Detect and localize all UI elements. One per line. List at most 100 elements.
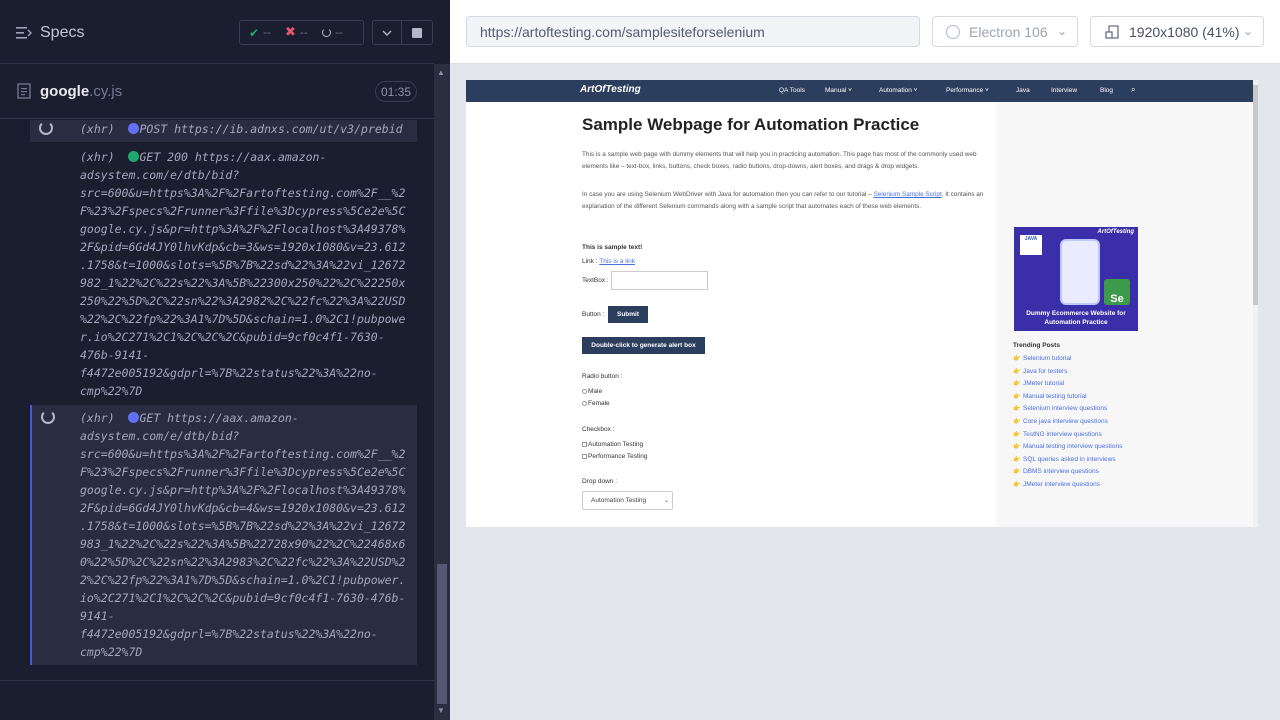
checkbox-box[interactable]	[582, 454, 587, 459]
nav-manual[interactable]: Manual ˅	[825, 87, 852, 94]
log-text: (xhr) POST https://ib.adnxs.com/ut/v3/pr…	[80, 122, 403, 136]
file-basename: google	[40, 83, 90, 100]
log-entry-get-200[interactable]: (xhr) GET 200 https://aax.amazon- adsyst…	[30, 142, 417, 404]
selenium-logo: Se	[1104, 279, 1130, 305]
pointer-icon: 👉	[1013, 368, 1021, 375]
trending-link[interactable]: JMeter tutorial	[1023, 380, 1064, 387]
app-under-test: ArtOfTesting QA Tools Manual ˅ Automatio…	[466, 80, 1258, 527]
document-icon	[17, 83, 31, 99]
nav-performance[interactable]: Performance ˅	[946, 87, 989, 94]
radio-female[interactable]: Female	[582, 400, 610, 407]
checkbox-performance[interactable]: Performance Testing	[582, 453, 648, 460]
url-bar[interactable]: https://artoftesting.com/samplesiteforse…	[466, 16, 920, 47]
file-extension: .cy.js	[89, 83, 123, 100]
trending-link[interactable]: Java for testers	[1023, 368, 1067, 375]
pointer-icon: 👉	[1013, 419, 1021, 425]
test-stats: ✔ -- ✖ -- --	[239, 20, 364, 45]
browser-selector[interactable]: Electron 106 ⌄	[932, 16, 1078, 47]
log-text: (xhr) GET https://aax.amazon- adsystem.c…	[80, 411, 406, 659]
trending-heading: Trending Posts	[1013, 342, 1060, 349]
trending-link[interactable]: JMeter interview questions	[1023, 481, 1100, 488]
log-entry-post[interactable]: (xhr) POST https://ib.adnxs.com/ut/v3/pr…	[30, 120, 417, 142]
passed-count: --	[263, 26, 272, 39]
checkbox-automation[interactable]: Automation Testing	[582, 441, 643, 448]
radio-male-label: Male	[588, 388, 603, 395]
aut-scrollbar[interactable]	[1253, 80, 1258, 527]
chevron-down-icon: ⌄	[1056, 24, 1067, 38]
viewport-label: 1920x1080 (41%)	[1129, 23, 1240, 40]
nav-interview[interactable]: Interview	[1051, 87, 1077, 94]
selenium-script-link[interactable]: Selenium Sample Script	[874, 191, 942, 198]
trending-link[interactable]: Selenium tutorial	[1023, 355, 1071, 362]
java-badge: JAVA	[1020, 235, 1042, 255]
command-log-panel: Specs ✔ -- ✖ -- -- google.cy.js 01:35 (xhr…	[0, 0, 450, 720]
scrollbar-thumb[interactable]	[1253, 85, 1258, 305]
status-dot-icon	[128, 123, 140, 134]
radio-male[interactable]: Male	[582, 388, 602, 395]
log-scrollbar[interactable]: ▲ ▼	[434, 64, 450, 720]
page-title: Sample Webpage for Automation Practice	[582, 115, 920, 134]
radio-circle[interactable]	[582, 401, 587, 406]
scrollbar-thumb[interactable]	[437, 564, 447, 704]
pointer-icon: 👉	[1013, 456, 1021, 463]
pointer-icon: 👉	[1013, 444, 1021, 451]
submit-button[interactable]: Submit	[608, 306, 648, 323]
checkbox-performance-label: Performance Testing	[588, 453, 648, 460]
browser-label: Electron 106	[969, 23, 1048, 40]
testing-dropdown[interactable]: Automation Testing ⌄	[582, 491, 673, 510]
trending-link[interactable]: Core java interview questions	[1023, 418, 1108, 425]
sample-link[interactable]: This is a link	[599, 258, 635, 265]
viewport-selector[interactable]: 1920x1080 (41%) ⌄	[1090, 16, 1264, 47]
nav-qa-tools[interactable]: QA Tools	[779, 87, 805, 94]
promo-logo: ArtOfTesting	[1097, 229, 1134, 235]
trending-link[interactable]: Manual testing tutorial	[1023, 393, 1087, 400]
promo-banner[interactable]: JAVA Se ArtOfTesting Dummy Ecommerce Web…	[1014, 227, 1138, 331]
textbox-label: TextBox :	[582, 277, 609, 284]
failed-stat: ✖ --	[285, 25, 308, 40]
check-icon: ✔	[249, 25, 260, 40]
link-label: Link :	[582, 258, 600, 265]
specs-button[interactable]: Specs	[16, 22, 84, 44]
checkbox-box[interactable]	[582, 442, 587, 447]
x-icon: ✖	[285, 25, 296, 40]
checkbox-automation-label: Automation Testing	[588, 441, 644, 448]
command-log: (xhr) POST https://ib.adnxs.com/ut/v3/pr…	[0, 120, 434, 665]
radio-female-label: Female	[588, 400, 610, 407]
site-logo[interactable]: ArtOfTesting	[580, 84, 641, 95]
button-label: Button :	[582, 311, 605, 318]
dropdown-label: Drop down :	[582, 478, 618, 485]
pointer-icon: 👉	[1013, 381, 1021, 388]
log-text: (xhr) GET 200 https://aax.amazon- adsyst…	[80, 150, 406, 398]
radio-circle[interactable]	[582, 389, 587, 394]
stop-icon	[412, 27, 422, 38]
nav-java[interactable]: Java	[1016, 87, 1030, 94]
pointer-icon: 👉	[1013, 356, 1021, 362]
search-icon[interactable]: ⌕	[1131, 85, 1135, 95]
chevron-down-icon: ⌄	[1242, 24, 1253, 38]
spinner-icon	[321, 28, 331, 37]
failed-count: --	[299, 26, 308, 39]
pending-count: --	[334, 26, 343, 39]
options-dropdown-button[interactable]	[372, 20, 402, 45]
phone-illustration	[1060, 239, 1100, 305]
dropdown-value: Automation Testing	[591, 497, 647, 504]
nav-blog[interactable]: Blog	[1100, 87, 1113, 94]
log-entry-get[interactable]: (xhr) GET https://aax.amazon- adsystem.c…	[30, 405, 417, 665]
trending-link[interactable]: Manual testing interview questions	[1023, 443, 1122, 450]
scroll-down-icon[interactable]: ▼	[437, 706, 445, 715]
scroll-up-icon[interactable]: ▲	[437, 68, 445, 77]
trending-link[interactable]: SQL queries asked in interviews	[1023, 456, 1116, 463]
double-click-button[interactable]: Double-click to generate alert box	[582, 337, 705, 354]
divider	[0, 680, 434, 681]
trending-link[interactable]: TestNG interview questions	[1023, 431, 1102, 438]
nav-automation[interactable]: Automation ˅	[879, 87, 917, 94]
pointer-icon: 👉	[1013, 469, 1021, 476]
trending-link[interactable]: DBMS interview questions	[1023, 468, 1099, 475]
spec-file-name: google.cy.js	[40, 83, 122, 100]
sample-textbox[interactable]	[611, 271, 708, 290]
duration-badge: 01:35	[375, 81, 417, 102]
stop-button[interactable]	[402, 20, 433, 45]
link-row: Link : This is a link	[582, 258, 635, 265]
trending-link[interactable]: Selenium interview questions	[1023, 405, 1107, 412]
checkbox-label: Checkbox :	[582, 426, 615, 433]
